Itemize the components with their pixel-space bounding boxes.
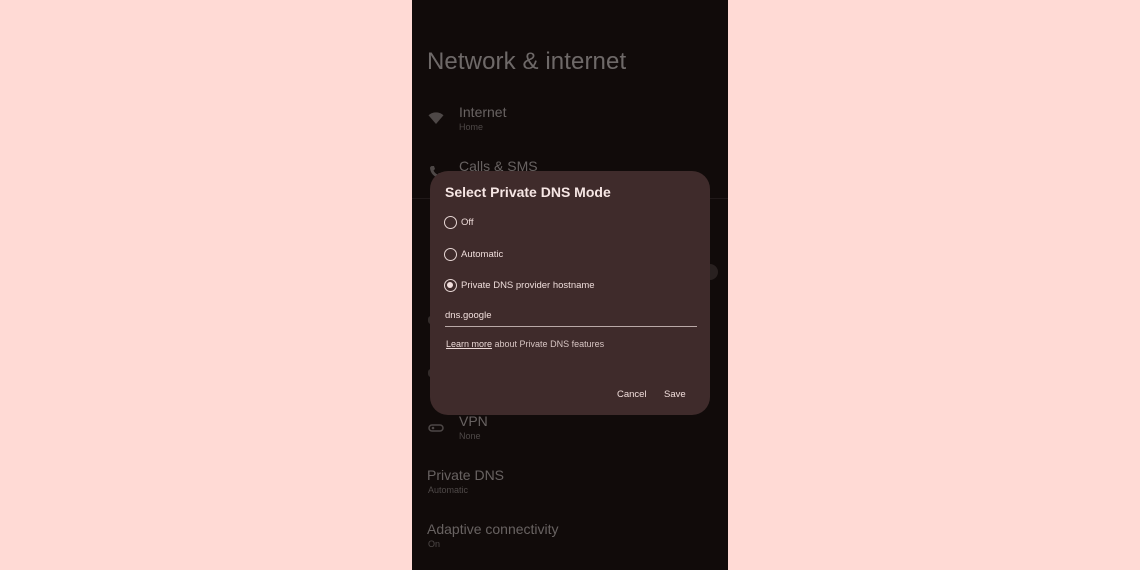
learn-more-link[interactable]: Learn more <box>446 339 492 349</box>
radio-option-off[interactable]: Off <box>444 214 474 230</box>
radio-label: Off <box>461 216 474 228</box>
radio-option-automatic[interactable]: Automatic <box>444 246 503 262</box>
learn-more-suffix: about Private DNS features <box>492 339 605 349</box>
radio-button[interactable] <box>444 215 457 229</box>
dialog-title: Select Private DNS Mode <box>445 184 611 200</box>
hostname-input[interactable] <box>445 309 697 327</box>
radio-label: Private DNS provider hostname <box>461 279 595 291</box>
private-dns-dialog: Select Private DNS Mode Off Automatic Pr… <box>430 171 710 415</box>
radio-label: Automatic <box>461 248 504 260</box>
radio-button[interactable] <box>444 247 457 261</box>
radio-button-selected[interactable] <box>444 278 457 292</box>
learn-more-text: Learn more about Private DNS features <box>446 339 604 349</box>
save-button[interactable]: Save <box>664 389 686 400</box>
cancel-button[interactable]: Cancel <box>617 389 647 400</box>
radio-option-hostname[interactable]: Private DNS provider hostname <box>444 277 595 293</box>
